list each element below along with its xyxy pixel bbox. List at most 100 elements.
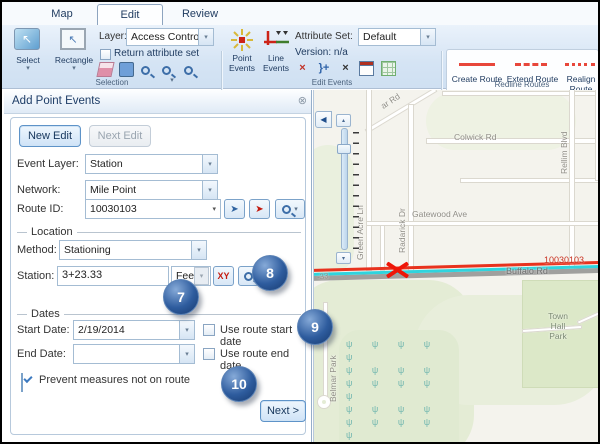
return-attribute-set-checkbox[interactable] bbox=[100, 49, 111, 60]
start-date-value: 2/19/2014 bbox=[74, 324, 179, 336]
network-value: Mile Point bbox=[86, 184, 202, 196]
return-attribute-set-label: Return attribute set bbox=[114, 48, 199, 59]
line-events-label: Line Events bbox=[258, 53, 294, 73]
search-icon bbox=[282, 205, 291, 214]
use-route-start-date-checkbox[interactable] bbox=[203, 324, 215, 336]
select-route-on-map-button[interactable]: ➤ bbox=[224, 199, 245, 219]
end-date-dropdown-icon[interactable]: ▾ bbox=[179, 345, 194, 363]
event-layer-value: Station bbox=[86, 158, 202, 170]
zoom-in-button[interactable]: ▴ bbox=[336, 114, 351, 127]
network-dropdown-icon[interactable]: ▾ bbox=[202, 181, 217, 199]
road-radarick bbox=[408, 104, 414, 271]
rectangle-tool-button[interactable]: ↖ bbox=[60, 28, 86, 50]
split-event-icon[interactable]: × bbox=[295, 61, 310, 76]
station-input[interactable]: 3+23.33 bbox=[57, 266, 169, 286]
road-rellim bbox=[569, 90, 575, 271]
next-button[interactable]: Next > bbox=[260, 400, 306, 422]
method-combobox[interactable]: Stationing ▾ bbox=[59, 240, 207, 260]
park-label-belmar: Belmar Park bbox=[328, 330, 338, 402]
tab-map[interactable]: Map bbox=[30, 4, 94, 25]
zoom-slider-handle[interactable] bbox=[337, 144, 351, 154]
clear-route-selection-button[interactable]: ➤ bbox=[249, 199, 270, 219]
method-dropdown-icon[interactable]: ▾ bbox=[191, 241, 206, 259]
panel-title: Add Point Events bbox=[12, 95, 100, 107]
attribute-set-dropdown-icon[interactable]: ▾ bbox=[420, 29, 435, 45]
method-value: Stationing bbox=[60, 244, 191, 256]
prevent-measures-checkbox[interactable] bbox=[21, 373, 23, 392]
redline-routes-group-label: Redline Routes bbox=[467, 80, 577, 89]
tab-edit[interactable]: Edit bbox=[97, 4, 163, 25]
route-id-value: 10030103 bbox=[86, 203, 208, 215]
street-label-rellim: Rellim Blvd bbox=[559, 102, 569, 174]
end-date-picker[interactable]: ▾ bbox=[73, 344, 195, 364]
panel-header: Add Point Events ⊗ bbox=[4, 90, 311, 114]
panel-collapse-button[interactable]: ◀ bbox=[315, 111, 332, 128]
road bbox=[460, 178, 600, 183]
pan-to-selection-icon[interactable] bbox=[162, 62, 177, 77]
attribute-set-label: Attribute Set: bbox=[295, 31, 353, 42]
new-edit-button[interactable]: New Edit bbox=[19, 125, 81, 147]
line-events-button[interactable] bbox=[264, 29, 290, 56]
zoom-slider-ticks bbox=[353, 132, 359, 252]
attribute-set-value: Default bbox=[359, 31, 420, 43]
rectangle-tool-label: Rectangle bbox=[49, 55, 99, 65]
dates-section-label: Dates bbox=[27, 308, 64, 320]
merge-events-icon[interactable]: }+ bbox=[316, 61, 331, 76]
xy-button[interactable]: XY bbox=[213, 266, 234, 286]
edit-events-group-label: Edit Events bbox=[277, 78, 387, 87]
callout-9: 9 bbox=[297, 309, 333, 345]
layer-dropdown-icon[interactable]: ▾ bbox=[198, 29, 213, 45]
use-route-end-date-checkbox[interactable] bbox=[203, 348, 215, 360]
selection-group-label: Selection bbox=[57, 78, 167, 87]
create-route-icon bbox=[459, 63, 495, 66]
xy-icon: XY bbox=[217, 271, 229, 281]
ribbon: ↖ Select ▾ ↖ Rectangle ▾ Layer: Access C… bbox=[2, 25, 598, 89]
attribute-set-combobox[interactable]: Default ▾ bbox=[358, 28, 436, 46]
event-window-icon[interactable] bbox=[359, 61, 374, 76]
edit-events-toolbar: × }+ × bbox=[295, 61, 398, 79]
point-event-x-marker bbox=[385, 260, 411, 280]
location-section-divider: Location bbox=[17, 232, 301, 233]
route-id-combobox[interactable]: 10030103 ▾ bbox=[85, 199, 221, 219]
units-dropdown-icon[interactable]: ▾ bbox=[194, 267, 209, 285]
use-route-start-date-label: Use route start date bbox=[220, 324, 305, 348]
move-event-icon[interactable]: × bbox=[338, 61, 353, 76]
select-dropdown-icon[interactable]: ▾ bbox=[6, 66, 50, 72]
zoom-out-button[interactable]: ▾ bbox=[336, 252, 351, 264]
selection-options-icon[interactable] bbox=[184, 62, 199, 77]
street-label-radarick: Radarick Dr bbox=[397, 148, 407, 253]
station-label: Station: bbox=[17, 270, 54, 282]
prevent-measures-label: Prevent measures not on route bbox=[39, 374, 190, 386]
panel-close-icon[interactable]: ⊗ bbox=[298, 94, 307, 107]
event-table-icon[interactable] bbox=[381, 61, 396, 76]
route-id-map-label: 10030103 bbox=[544, 255, 584, 265]
event-layer-combobox[interactable]: Station ▾ bbox=[85, 154, 218, 174]
map-canvas[interactable]: ψ ψ ψ ψ ψ ψ ψ ψ ψ ψ ψ ψ ψ ψ ψ ψ ψ ψ ψ ψ … bbox=[313, 90, 600, 442]
street-label-gatewood: Gatewood Ave bbox=[412, 209, 467, 219]
version-label: Version: n/a bbox=[295, 47, 348, 58]
event-layer-dropdown-icon[interactable]: ▾ bbox=[202, 155, 217, 173]
callout-7: 7 bbox=[163, 279, 199, 315]
rectangle-dropdown-icon[interactable]: ▾ bbox=[49, 66, 99, 72]
street-label-buffalo: Buffalo Rd bbox=[506, 266, 548, 276]
layer-combobox[interactable]: Access Control ▾ bbox=[126, 28, 214, 46]
route-search-button[interactable]: ▾ bbox=[275, 199, 305, 219]
select-tool-button[interactable]: ↖ bbox=[14, 28, 40, 50]
route-id-label: Route ID: bbox=[17, 203, 63, 215]
next-edit-button[interactable]: Next Edit bbox=[89, 125, 151, 147]
point-events-button[interactable] bbox=[230, 29, 254, 56]
route-id-dropdown-icon[interactable]: ▾ bbox=[208, 205, 220, 213]
start-date-dropdown-icon[interactable]: ▾ bbox=[179, 321, 194, 339]
zoom-to-selection-icon[interactable] bbox=[141, 62, 156, 77]
park-label-town-hall: Town Hall Park bbox=[536, 311, 580, 341]
network-combobox[interactable]: Mile Point ▾ bbox=[85, 180, 218, 200]
clear-selection-icon[interactable] bbox=[96, 62, 114, 77]
start-date-picker[interactable]: 2/19/2014 ▾ bbox=[73, 320, 195, 340]
tab-review[interactable]: Review bbox=[166, 4, 234, 25]
layer-label: Layer: bbox=[99, 31, 127, 42]
network-label: Network: bbox=[17, 184, 60, 196]
selection-color-icon[interactable] bbox=[119, 62, 134, 77]
realign-route-icon bbox=[565, 63, 595, 66]
line-events-icon bbox=[264, 29, 290, 51]
point-events-icon bbox=[230, 29, 254, 51]
